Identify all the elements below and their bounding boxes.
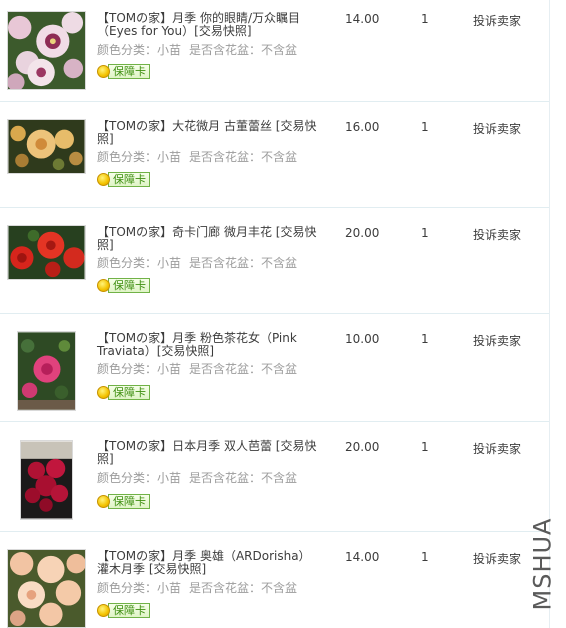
product-title-link[interactable]: 【TOMの家】月季 你的眼睛/万众瞩目（Eyes for You）[交易快照] — [97, 12, 322, 38]
unit-price: 16.00 — [345, 120, 380, 134]
quantity: 1 — [421, 550, 429, 564]
guarantee-card-badge[interactable]: 保障卡 — [97, 172, 150, 187]
product-thumbnail-pink-traviata[interactable] — [17, 331, 76, 411]
sku-properties: 颜色分类：小苗 是否含花盆：不含盆 — [97, 362, 305, 376]
pot-option-text: 是否含花盆：不含盆 — [189, 362, 298, 376]
pot-option-text: 是否含花盆：不含盆 — [189, 581, 298, 595]
guarantee-card-badge[interactable]: 保障卡 — [97, 494, 150, 509]
complain-seller-link[interactable]: 投诉卖家 — [473, 440, 521, 457]
quantity: 1 — [421, 440, 429, 454]
complain-seller-link[interactable]: 投诉卖家 — [473, 332, 521, 349]
guarantee-card-badge[interactable]: 保障卡 — [97, 278, 150, 293]
product-thumbnail-double-ballet[interactable] — [20, 440, 73, 520]
sku-properties: 颜色分类：小苗 是否含花盆：不含盆 — [97, 256, 305, 270]
product-thumbnail-eyes-for-you[interactable] — [7, 11, 86, 90]
rose-photo-image — [8, 226, 85, 279]
rose-photo-image — [18, 332, 75, 410]
coin-icon — [97, 495, 110, 508]
unit-price: 20.00 — [345, 226, 380, 240]
complain-seller-link[interactable]: 投诉卖家 — [473, 550, 521, 567]
coin-icon — [97, 173, 110, 186]
product-title-link[interactable]: 【TOMの家】日本月季 双人芭蕾 [交易快照] — [97, 440, 322, 466]
product-title-link[interactable]: 【TOMの家】大花微月 古董蕾丝 [交易快照] — [97, 120, 322, 146]
watermark: MSHUA — [528, 514, 556, 614]
sku-properties: 颜色分类：小苗 是否含花盆：不含盆 — [97, 43, 305, 57]
guarantee-card-label: 保障卡 — [108, 603, 150, 618]
color-category-text: 颜色分类：小苗 — [97, 471, 182, 485]
order-item-row: 【TOMの家】月季 奥雄（ARDorisha）灌木月季 [交易快照] 颜色分类：… — [0, 532, 549, 628]
guarantee-card-label: 保障卡 — [108, 278, 150, 293]
pot-option-text: 是否含花盆：不含盆 — [189, 471, 298, 485]
rose-photo-image — [8, 120, 85, 173]
guarantee-card-badge[interactable]: 保障卡 — [97, 385, 150, 400]
quantity: 1 — [421, 12, 429, 26]
color-category-text: 颜色分类：小苗 — [97, 256, 182, 270]
coin-icon — [97, 279, 110, 292]
watermark-text: MSHUA — [528, 517, 557, 611]
rose-photo-image — [8, 550, 85, 627]
guarantee-card-label: 保障卡 — [108, 172, 150, 187]
sku-properties: 颜色分类：小苗 是否含花盆：不含盆 — [97, 471, 305, 485]
coin-icon — [97, 604, 110, 617]
pot-option-text: 是否含花盆：不含盆 — [189, 256, 298, 270]
color-category-text: 颜色分类：小苗 — [97, 43, 182, 57]
guarantee-card-badge[interactable]: 保障卡 — [97, 64, 150, 79]
guarantee-card-label: 保障卡 — [108, 64, 150, 79]
complain-seller-link[interactable]: 投诉卖家 — [473, 12, 521, 29]
quantity: 1 — [421, 226, 429, 240]
order-item-row: 【TOMの家】奇卡门廊 微月丰花 [交易快照] 颜色分类：小苗 是否含花盆：不含盆… — [0, 208, 549, 313]
order-item-row: 【TOMの家】月季 粉色茶花女（Pink Traviata）[交易快照] 颜色分… — [0, 314, 549, 421]
color-category-text: 颜色分类：小苗 — [97, 362, 182, 376]
sku-properties: 颜色分类：小苗 是否含花盆：不含盆 — [97, 150, 305, 164]
guarantee-card-label: 保障卡 — [108, 385, 150, 400]
sku-properties: 颜色分类：小苗 是否含花盆：不含盆 — [97, 581, 305, 595]
order-item-list: 【TOMの家】月季 你的眼睛/万众瞩目（Eyes for You）[交易快照] … — [0, 0, 550, 628]
color-category-text: 颜色分类：小苗 — [97, 150, 182, 164]
guarantee-card-label: 保障卡 — [108, 494, 150, 509]
product-thumbnail-ardorisha[interactable] — [7, 549, 86, 628]
complain-seller-link[interactable]: 投诉卖家 — [473, 226, 521, 243]
product-title-link[interactable]: 【TOMの家】奇卡门廊 微月丰花 [交易快照] — [97, 226, 322, 252]
product-title-link[interactable]: 【TOMの家】月季 粉色茶花女（Pink Traviata）[交易快照] — [97, 332, 322, 358]
order-item-row: 【TOMの家】日本月季 双人芭蕾 [交易快照] 颜色分类：小苗 是否含花盆：不含盆… — [0, 422, 549, 531]
complain-seller-link[interactable]: 投诉卖家 — [473, 120, 521, 137]
unit-price: 14.00 — [345, 12, 380, 26]
unit-price: 14.00 — [345, 550, 380, 564]
quantity: 1 — [421, 120, 429, 134]
coin-icon — [97, 65, 110, 78]
product-thumbnail-antique-lace[interactable] — [7, 119, 86, 174]
order-item-row: 【TOMの家】月季 你的眼睛/万众瞩目（Eyes for You）[交易快照] … — [0, 0, 549, 101]
order-item-row: 【TOMの家】大花微月 古董蕾丝 [交易快照] 颜色分类：小苗 是否含花盆：不含盆… — [0, 102, 549, 207]
guarantee-card-badge[interactable]: 保障卡 — [97, 603, 150, 618]
pot-option-text: 是否含花盆：不含盆 — [189, 43, 298, 57]
coin-icon — [97, 386, 110, 399]
pot-option-text: 是否含花盆：不含盆 — [189, 150, 298, 164]
quantity: 1 — [421, 332, 429, 346]
unit-price: 20.00 — [345, 440, 380, 454]
rose-photo-image — [8, 12, 85, 89]
product-title-link[interactable]: 【TOMの家】月季 奥雄（ARDorisha）灌木月季 [交易快照] — [97, 550, 322, 576]
unit-price: 10.00 — [345, 332, 380, 346]
color-category-text: 颜色分类：小苗 — [97, 581, 182, 595]
product-thumbnail-chica-porch[interactable] — [7, 225, 86, 280]
rose-photo-image — [21, 441, 72, 519]
